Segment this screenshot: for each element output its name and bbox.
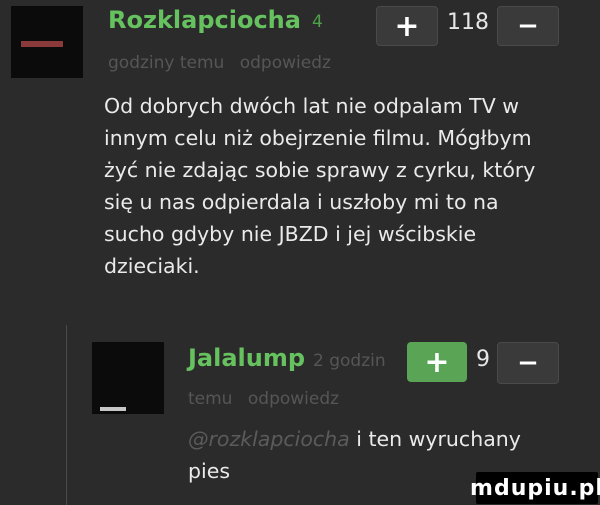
avatar[interactable] xyxy=(11,6,83,78)
timestamp: godziny temu xyxy=(108,53,225,73)
comment-score: 118 xyxy=(447,10,489,35)
reply-author[interactable]: Jalalump xyxy=(188,344,305,372)
comment-author[interactable]: Rozklapciocha xyxy=(108,6,301,34)
author-points: 4 xyxy=(312,12,323,32)
plus-icon: + xyxy=(424,344,450,380)
comment-time: godziny temu odpowiedz xyxy=(108,53,331,73)
minus-icon: − xyxy=(517,11,539,41)
thread-line xyxy=(66,325,67,505)
comment-text: Od dobrych dwóch lat nie odpalam TV w in… xyxy=(104,94,536,278)
reply-avatar[interactable] xyxy=(92,342,164,414)
mention-link[interactable]: @rozklapciocha xyxy=(188,427,350,451)
reply-link[interactable]: odpowiedz xyxy=(240,53,331,73)
reply-link[interactable]: odpowiedz xyxy=(248,389,339,409)
minus-icon: − xyxy=(517,348,539,378)
reply-time: 2 godzin xyxy=(313,351,386,371)
reply-downvote-button[interactable]: − xyxy=(497,342,559,384)
reply-time-cont: temu odpowiedz xyxy=(188,389,339,409)
reply-score: 9 xyxy=(476,347,490,372)
downvote-button[interactable]: − xyxy=(497,6,559,46)
plus-icon: + xyxy=(394,8,420,44)
watermark: mdupiu.pl xyxy=(470,472,600,504)
reply-text-part: i ten wyruchany xyxy=(349,427,521,451)
avatar-badge xyxy=(100,407,126,411)
avatar-badge xyxy=(21,41,63,47)
timestamp: temu xyxy=(188,389,233,409)
upvote-button[interactable]: + xyxy=(376,6,438,46)
reply-text-line2: pies xyxy=(188,459,231,483)
reply-upvote-button[interactable]: + xyxy=(407,342,467,382)
